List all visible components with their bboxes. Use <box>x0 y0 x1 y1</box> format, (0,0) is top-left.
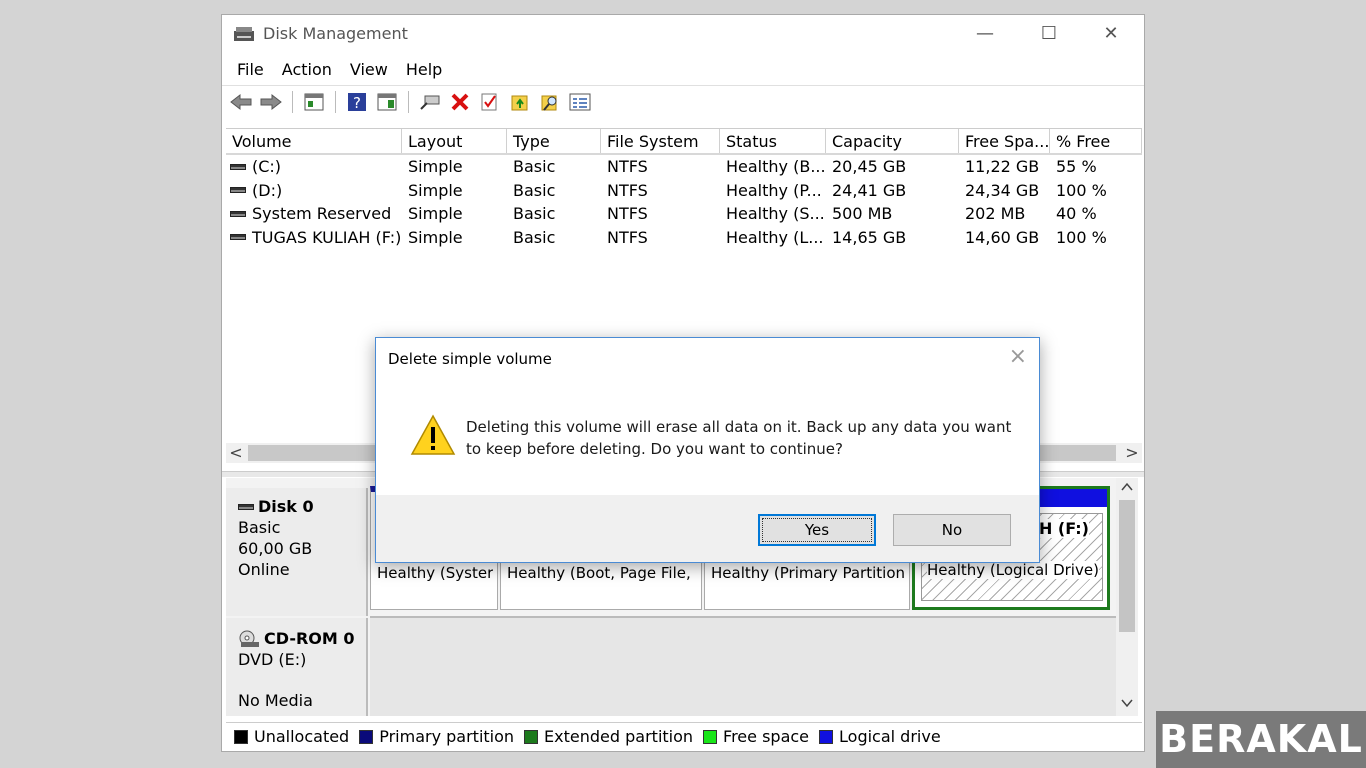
close-button[interactable]: ✕ <box>1088 19 1134 49</box>
toolbar-separator <box>292 90 293 113</box>
scroll-right-icon[interactable]: > <box>1122 443 1142 463</box>
dialog-title: Delete simple volume <box>388 350 552 368</box>
cdrom-icon <box>239 630 259 647</box>
disk-0-label[interactable]: Disk 0 Basic 60,00 GB Online <box>226 488 368 616</box>
col-percent-free[interactable]: % Free <box>1050 129 1142 153</box>
dialog-close-icon[interactable]: × <box>1009 344 1027 369</box>
table-row[interactable]: (C:) Simple Basic NTFS Healthy (B... 20,… <box>226 155 1142 179</box>
table-row[interactable]: (D:) Simple Basic NTFS Healthy (P... 24,… <box>226 179 1142 203</box>
menu-bar: File Action View Help <box>222 53 1144 85</box>
drive-icon <box>230 163 246 170</box>
minimize-button[interactable]: — <box>962 19 1008 49</box>
folder-up-icon[interactable] <box>508 90 532 114</box>
menu-view[interactable]: View <box>341 60 397 79</box>
legend-primary: Primary partition <box>359 727 514 746</box>
col-layout[interactable]: Layout <box>402 129 507 153</box>
menu-help[interactable]: Help <box>397 60 451 79</box>
brand-watermark: BERAKAL <box>1156 711 1366 768</box>
scroll-left-icon[interactable]: < <box>226 443 246 463</box>
title-bar: Disk Management — ☐ ✕ <box>222 15 1144 53</box>
list-view-icon[interactable] <box>568 90 592 114</box>
disk-icon <box>238 503 254 510</box>
col-capacity[interactable]: Capacity <box>826 129 959 153</box>
table-row[interactable]: System Reserved Simple Basic NTFS Health… <box>226 202 1142 226</box>
legend-free-space: Free space <box>703 727 809 746</box>
disk-management-app-icon <box>234 27 254 41</box>
drive-icon <box>230 234 246 241</box>
cdrom-0-area <box>370 616 1116 716</box>
dialog-body: Delete simple volume × Deleting this vol… <box>376 338 1039 495</box>
drive-icon <box>230 187 246 194</box>
col-free-space[interactable]: Free Spa... <box>959 129 1050 153</box>
scroll-down-icon[interactable] <box>1116 696 1138 716</box>
no-button[interactable]: No <box>893 514 1011 546</box>
col-volume[interactable]: Volume <box>226 129 402 153</box>
scroll-up-icon[interactable] <box>1116 480 1138 500</box>
drive-icon <box>230 210 246 217</box>
dialog-message: Deleting this volume will erase all data… <box>466 418 1012 458</box>
search-folder-icon[interactable] <box>538 90 562 114</box>
legend-unallocated: Unallocated <box>234 727 349 746</box>
toolbar-separator <box>408 90 409 113</box>
col-file-system[interactable]: File System <box>601 129 720 153</box>
check-icon[interactable] <box>478 90 502 114</box>
toolbar: ? <box>222 85 1144 117</box>
col-status[interactable]: Status <box>720 129 826 153</box>
legend-extended: Extended partition <box>524 727 693 746</box>
connect-icon[interactable] <box>418 90 442 114</box>
window-title: Disk Management <box>263 24 408 43</box>
scroll-thumb[interactable] <box>1119 500 1135 632</box>
col-type[interactable]: Type <box>507 129 601 153</box>
back-arrow-icon[interactable] <box>229 90 253 114</box>
menu-action[interactable]: Action <box>273 60 341 79</box>
delete-volume-dialog: Delete simple volume × Deleting this vol… <box>375 337 1040 563</box>
vertical-scrollbar[interactable] <box>1116 478 1138 716</box>
maximize-button[interactable]: ☐ <box>1026 19 1072 49</box>
table-row[interactable]: TUGAS KULIAH (F:) Simple Basic NTFS Heal… <box>226 226 1142 250</box>
console-tree-icon[interactable] <box>302 90 326 114</box>
legend-logical: Logical drive <box>819 727 941 746</box>
legend: Unallocated Primary partition Extended p… <box>226 722 1142 750</box>
delete-icon[interactable] <box>448 90 472 114</box>
svg-text:?: ? <box>353 94 361 112</box>
warning-icon <box>410 414 456 455</box>
cdrom-0-label[interactable]: CD-ROM 0 DVD (E:) No Media <box>226 618 368 716</box>
help-icon[interactable]: ? <box>345 90 369 114</box>
yes-button[interactable]: Yes <box>758 514 876 546</box>
menu-file[interactable]: File <box>228 60 273 79</box>
properties-icon[interactable] <box>375 90 399 114</box>
forward-arrow-icon[interactable] <box>259 90 283 114</box>
toolbar-separator <box>335 90 336 113</box>
volume-list-header: Volume Layout Type File System Status Ca… <box>226 129 1142 155</box>
